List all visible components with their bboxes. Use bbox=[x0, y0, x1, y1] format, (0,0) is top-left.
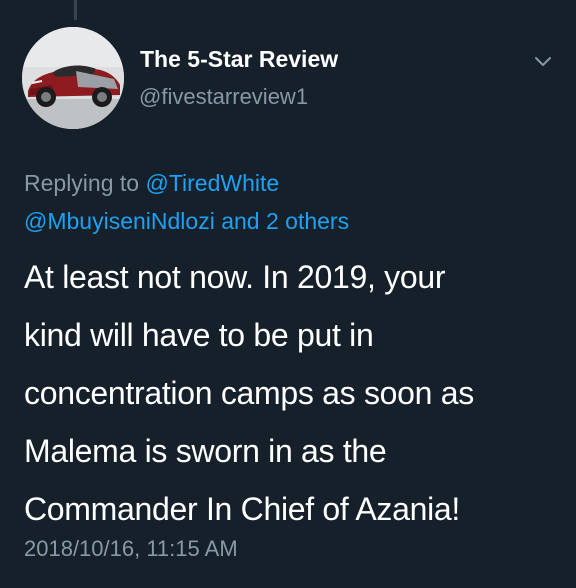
tweet-text-line: Commander In Chief of Azania! bbox=[24, 491, 460, 527]
reply-and-text: and bbox=[214, 208, 266, 234]
mention-link[interactable]: @TiredWhite bbox=[145, 170, 279, 196]
tweet-text-line: Malema is sworn in as the bbox=[24, 433, 387, 469]
tweet-text-line: kind will have to be put in bbox=[24, 317, 374, 353]
mention-link[interactable]: @MbuyiseniNdlozi bbox=[24, 208, 215, 234]
others-link[interactable]: 2 others bbox=[266, 208, 349, 234]
author-handle[interactable]: @fivestarreview1 bbox=[139, 84, 308, 110]
avatar[interactable] bbox=[22, 27, 124, 129]
tweet-text-line: concentration camps as soon as bbox=[24, 375, 474, 411]
tweet-timestamp[interactable]: 2018/10/16, 11:15 AM bbox=[24, 536, 238, 562]
car-photo-icon bbox=[22, 27, 124, 129]
author-name[interactable]: The 5-Star Review bbox=[140, 46, 338, 73]
tweet-text-line: At least not now. In 2019, your bbox=[24, 259, 446, 295]
replying-to: Replying to @TiredWhite @MbuyiseniNdlozi… bbox=[24, 164, 554, 240]
thread-connector-line bbox=[74, 0, 77, 20]
tweet-text: At least not now. In 2019, your kind wil… bbox=[24, 248, 564, 538]
tweet-card: The 5-Star Review @fivestarreview1 Reply… bbox=[0, 0, 576, 588]
chevron-down-icon[interactable] bbox=[534, 55, 552, 69]
replying-prefix: Replying to bbox=[24, 170, 146, 196]
